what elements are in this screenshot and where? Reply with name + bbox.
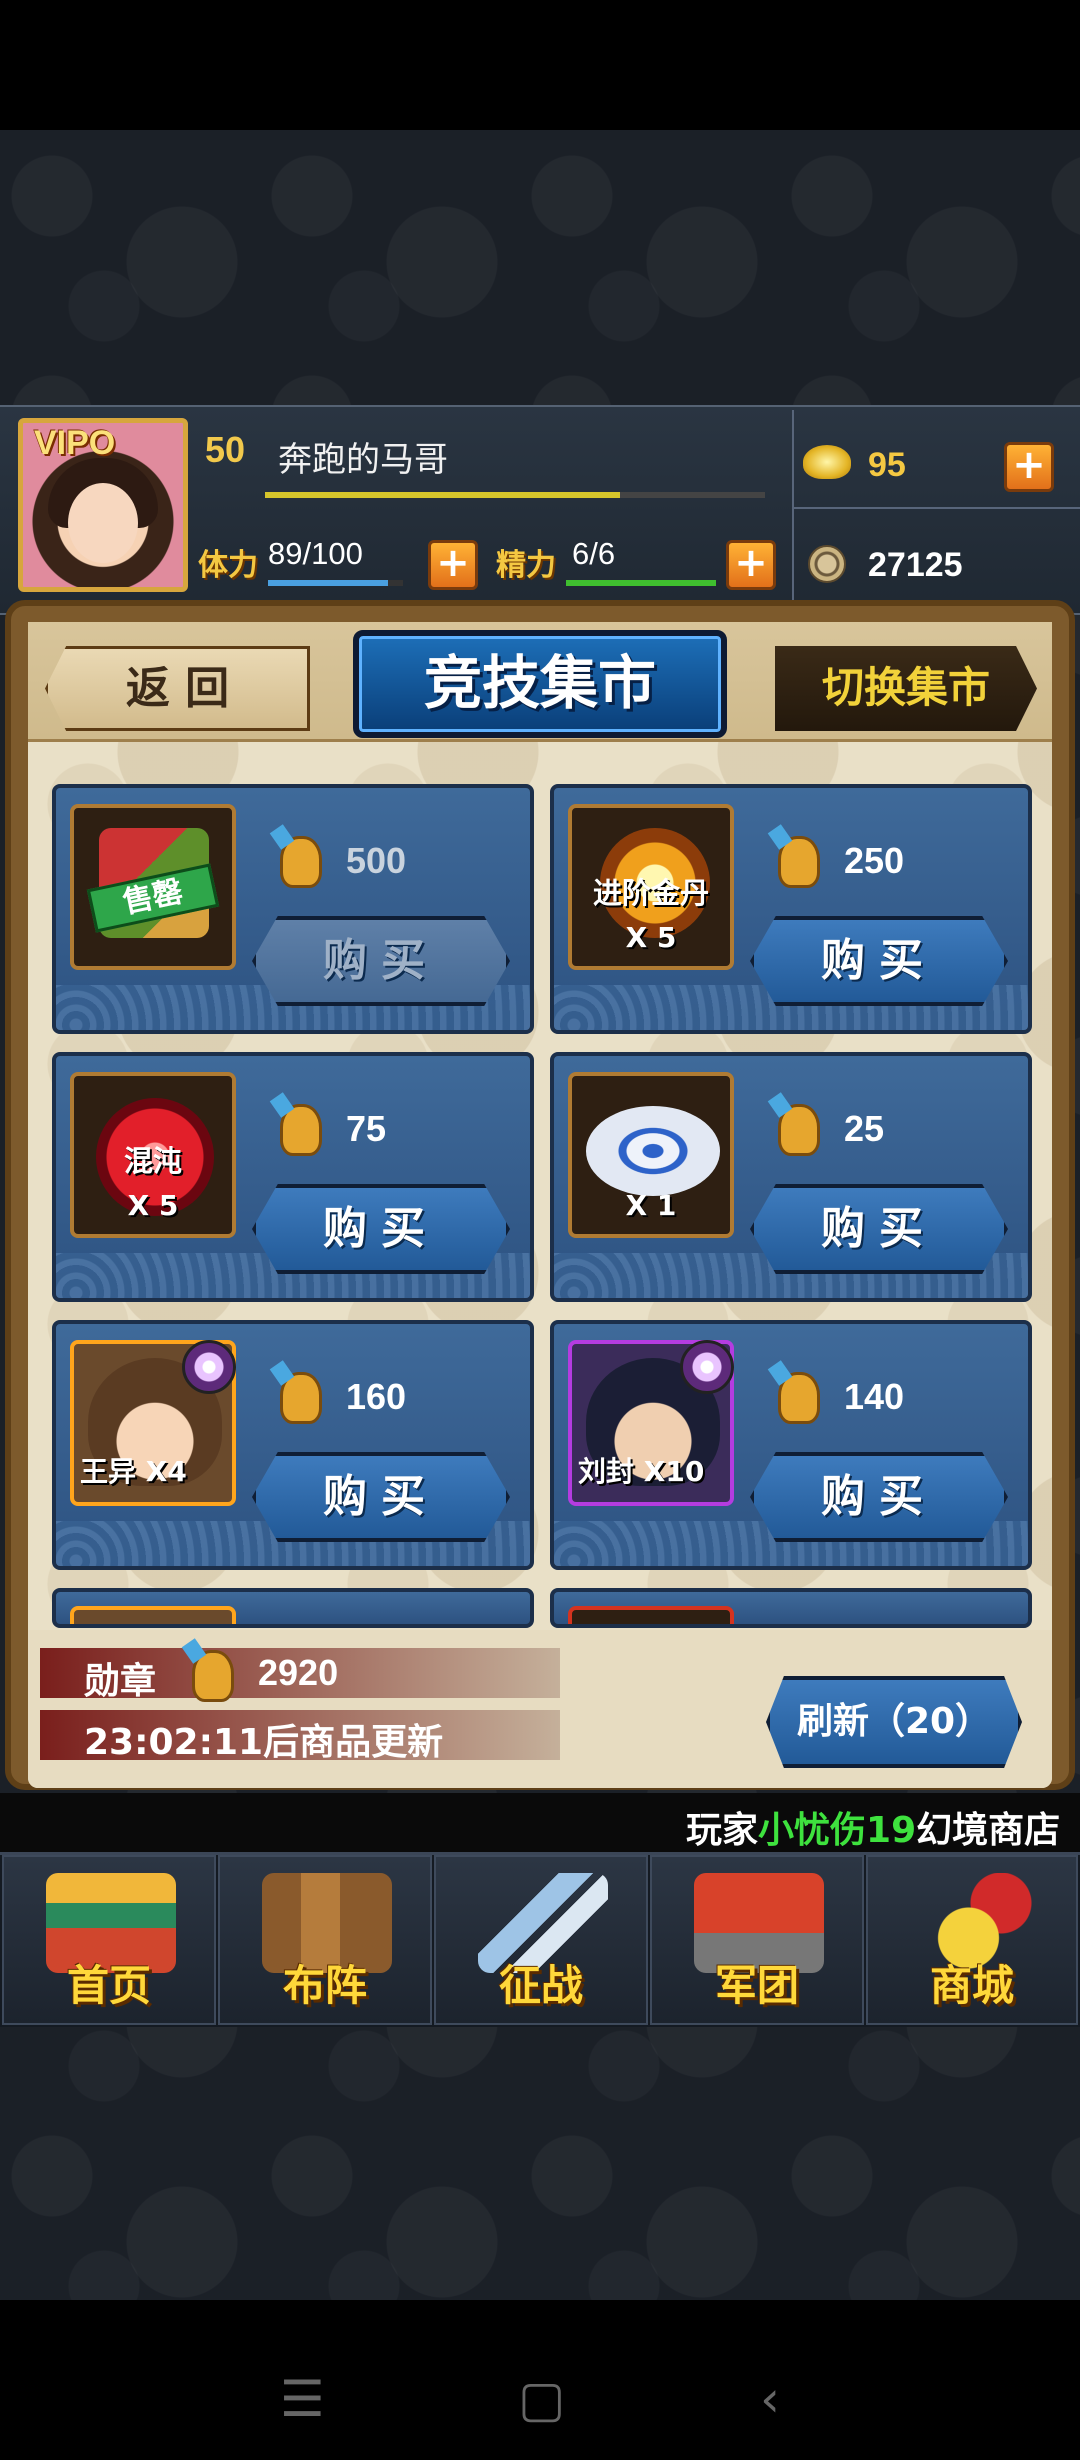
announcement-ticker: 玩家小忧伤19幻境商店 [0,1793,1080,1853]
item-name: 王异 X4 [80,1455,187,1488]
player-name: 奔跑的马哥 [278,440,448,480]
shop-title: 竞技集市 [353,630,727,738]
nav-formation[interactable]: 布阵 [218,1855,432,2025]
item-icon[interactable]: 刘封 X10 [568,1340,734,1506]
medal-icon [280,1104,322,1156]
energy-bar-fill [566,580,716,586]
shop-item-card: X 1 25 购买 [550,1052,1032,1302]
item-icon [70,1606,236,1624]
medal-icon [280,836,322,888]
item-price: 500 [346,840,407,881]
item-quantity: X 1 [625,1189,677,1222]
item-quantity: X 5 [127,1189,179,1222]
nav-label: 军团 [714,1961,799,2010]
energy-bar [566,580,716,586]
soul-orb-icon [182,1340,236,1394]
xp-bar-fill [265,492,620,498]
medal-balance: 2920 [258,1652,339,1693]
bead-plate-icon [586,1106,720,1196]
item-icon [568,1606,734,1624]
medal-icon [280,1372,322,1424]
medal-icon [192,1650,234,1702]
ticker-prefix: 玩家 [686,1810,759,1851]
medal-icon [778,836,820,888]
status-bar-area [0,0,1080,130]
item-price: 140 [844,1376,905,1417]
item-icon[interactable]: 售罄 [70,804,236,970]
header-divider [792,410,794,610]
xp-bar [265,492,765,498]
stamina-value: 89/100 [268,536,363,571]
item-icon[interactable]: X 1 [568,1072,734,1238]
nav-home[interactable]: 首页 [2,1855,216,2025]
recents-icon[interactable]: ☰ [280,2370,325,2428]
item-price: 160 [346,1376,407,1417]
item-price: 75 [346,1108,387,1149]
nav-mall[interactable]: 商城 [866,1855,1078,2025]
item-name: 进阶金丹 [592,876,709,910]
gold-amount: 95 [868,446,906,484]
vip-badge: VIPO [34,424,116,462]
buy-button[interactable]: 购买 [750,916,1008,1006]
back-icon[interactable]: ‹ [760,2370,780,2428]
currency-divider [794,507,1080,509]
copper-coin-icon [808,545,846,583]
shop-item-card: 刘封 X10 140 购买 [550,1320,1032,1570]
stamina-bar-fill [268,580,389,586]
buy-button[interactable]: 购买 [252,1184,510,1274]
nav-label: 布阵 [282,1961,367,2010]
shop-item-card: 王异 X4 160 购买 [52,1320,534,1570]
back-button[interactable]: 返 回 [45,646,310,731]
buy-button[interactable]: 购买 [252,916,510,1006]
shop-item-card-partial [550,1588,1032,1628]
item-icon[interactable]: 进阶金丹 X 5 [568,804,734,970]
soul-orb-icon [680,1340,734,1394]
refresh-button[interactable]: 刷新（20） [766,1676,1022,1768]
restock-timer: 23:02:11后商品更新 [84,1722,444,1763]
item-icon[interactable]: 王异 X4 [70,1340,236,1506]
nav-label: 首页 [66,1961,151,2010]
shop-item-card: 进阶金丹 X 5 250 购买 [550,784,1032,1034]
energy-label: 精力 [496,548,556,583]
stamina-bar [268,580,403,586]
add-energy-button[interactable]: + [726,540,776,590]
coin-amount: 27125 [868,546,963,584]
energy-value: 6/6 [572,536,616,571]
player-level: 50 [204,429,246,470]
item-price: 250 [844,840,905,881]
buy-button[interactable]: 购买 [750,1184,1008,1274]
shop-item-card: 混沌 X 5 75 购买 [52,1052,534,1302]
stamina-label: 体力 [198,548,258,583]
item-icon[interactable]: 混沌 X 5 [70,1072,236,1238]
add-gold-button[interactable]: + [1004,442,1054,492]
item-name: 刘封 X10 [578,1455,705,1488]
item-name: 混沌 [123,1144,182,1178]
buy-button[interactable]: 购买 [750,1452,1008,1542]
buy-button[interactable]: 购买 [252,1452,510,1542]
avatar-face [68,483,138,563]
home-icon[interactable]: ▢ [518,2370,565,2428]
ticker-player: 小忧伤19 [758,1810,917,1851]
medal-icon [778,1372,820,1424]
add-stamina-button[interactable]: + [428,540,478,590]
nav-label: 商城 [929,1961,1014,2010]
ticker-text: 玩家小忧伤19幻境商店 [686,1801,1060,1853]
medal-label: 勋章 [84,1661,157,1702]
nav-battle[interactable]: 征战 [434,1855,648,2025]
shop-item-card-partial [52,1588,534,1628]
medal-icon [778,1104,820,1156]
shop-item-card: 售罄 500 购买 [52,784,534,1034]
nav-legion[interactable]: 军团 [650,1855,864,2025]
switch-market-button[interactable]: 切换集市 [775,646,1037,731]
ticker-suffix: 幻境商店 [916,1810,1061,1851]
item-price: 25 [844,1108,885,1149]
item-quantity: X 5 [625,921,677,954]
nav-label: 征战 [498,1961,583,2010]
gold-ingot-icon [803,445,851,479]
